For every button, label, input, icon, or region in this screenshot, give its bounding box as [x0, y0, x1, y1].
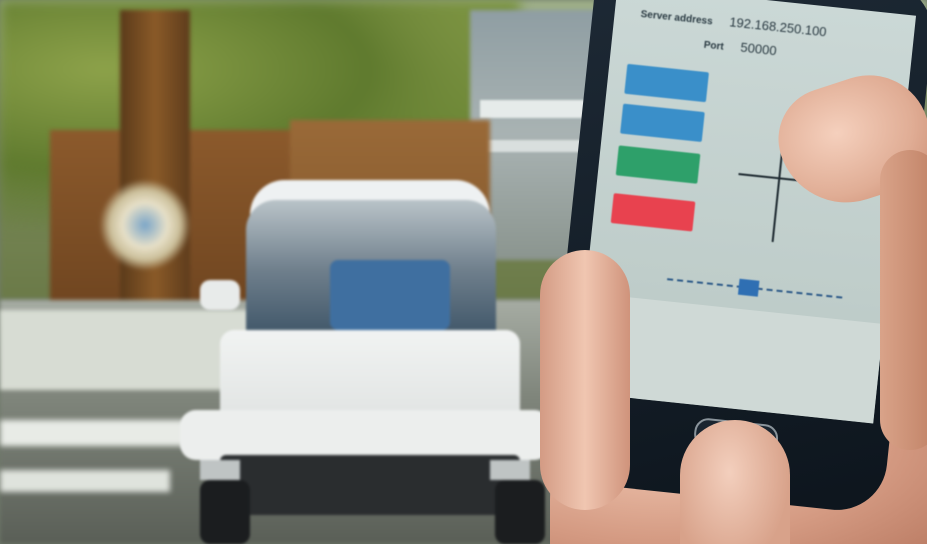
- port-label: Port: [703, 39, 725, 53]
- app-button-2[interactable]: [620, 103, 705, 143]
- autonomous-vehicle: [180, 180, 550, 544]
- vehicle-light: [490, 460, 530, 480]
- vehicle-light: [200, 460, 240, 480]
- finger: [880, 150, 927, 450]
- port-row: Port 50000: [703, 36, 777, 59]
- app-button-3[interactable]: [615, 145, 701, 184]
- port-value[interactable]: 50000: [740, 40, 778, 59]
- sculpture-gear: [100, 180, 190, 270]
- road-marking: [0, 470, 170, 492]
- vehicle-mirror: [200, 280, 240, 310]
- app-button-1[interactable]: [624, 63, 709, 103]
- slider-knob[interactable]: [737, 278, 760, 297]
- screen-lower-area: [574, 292, 884, 424]
- vehicle-grille: [220, 455, 520, 515]
- road-marking: [0, 420, 200, 446]
- server-address-label: Server address: [640, 8, 714, 28]
- vehicle-seat: [330, 260, 450, 330]
- photo-scene: Server address 192.168.250.100 Port 5000…: [0, 0, 927, 544]
- server-address-row: Server address 192.168.250.100: [640, 5, 827, 39]
- stop-button[interactable]: [610, 193, 696, 232]
- speed-slider[interactable]: [667, 273, 847, 304]
- vehicle-bumper: [180, 410, 550, 460]
- server-address-value[interactable]: 192.168.250.100: [729, 14, 828, 39]
- phone-screen: Server address 192.168.250.100 Port 5000…: [574, 0, 917, 424]
- home-button[interactable]: [692, 416, 780, 456]
- vehicle-wheel: [200, 480, 250, 544]
